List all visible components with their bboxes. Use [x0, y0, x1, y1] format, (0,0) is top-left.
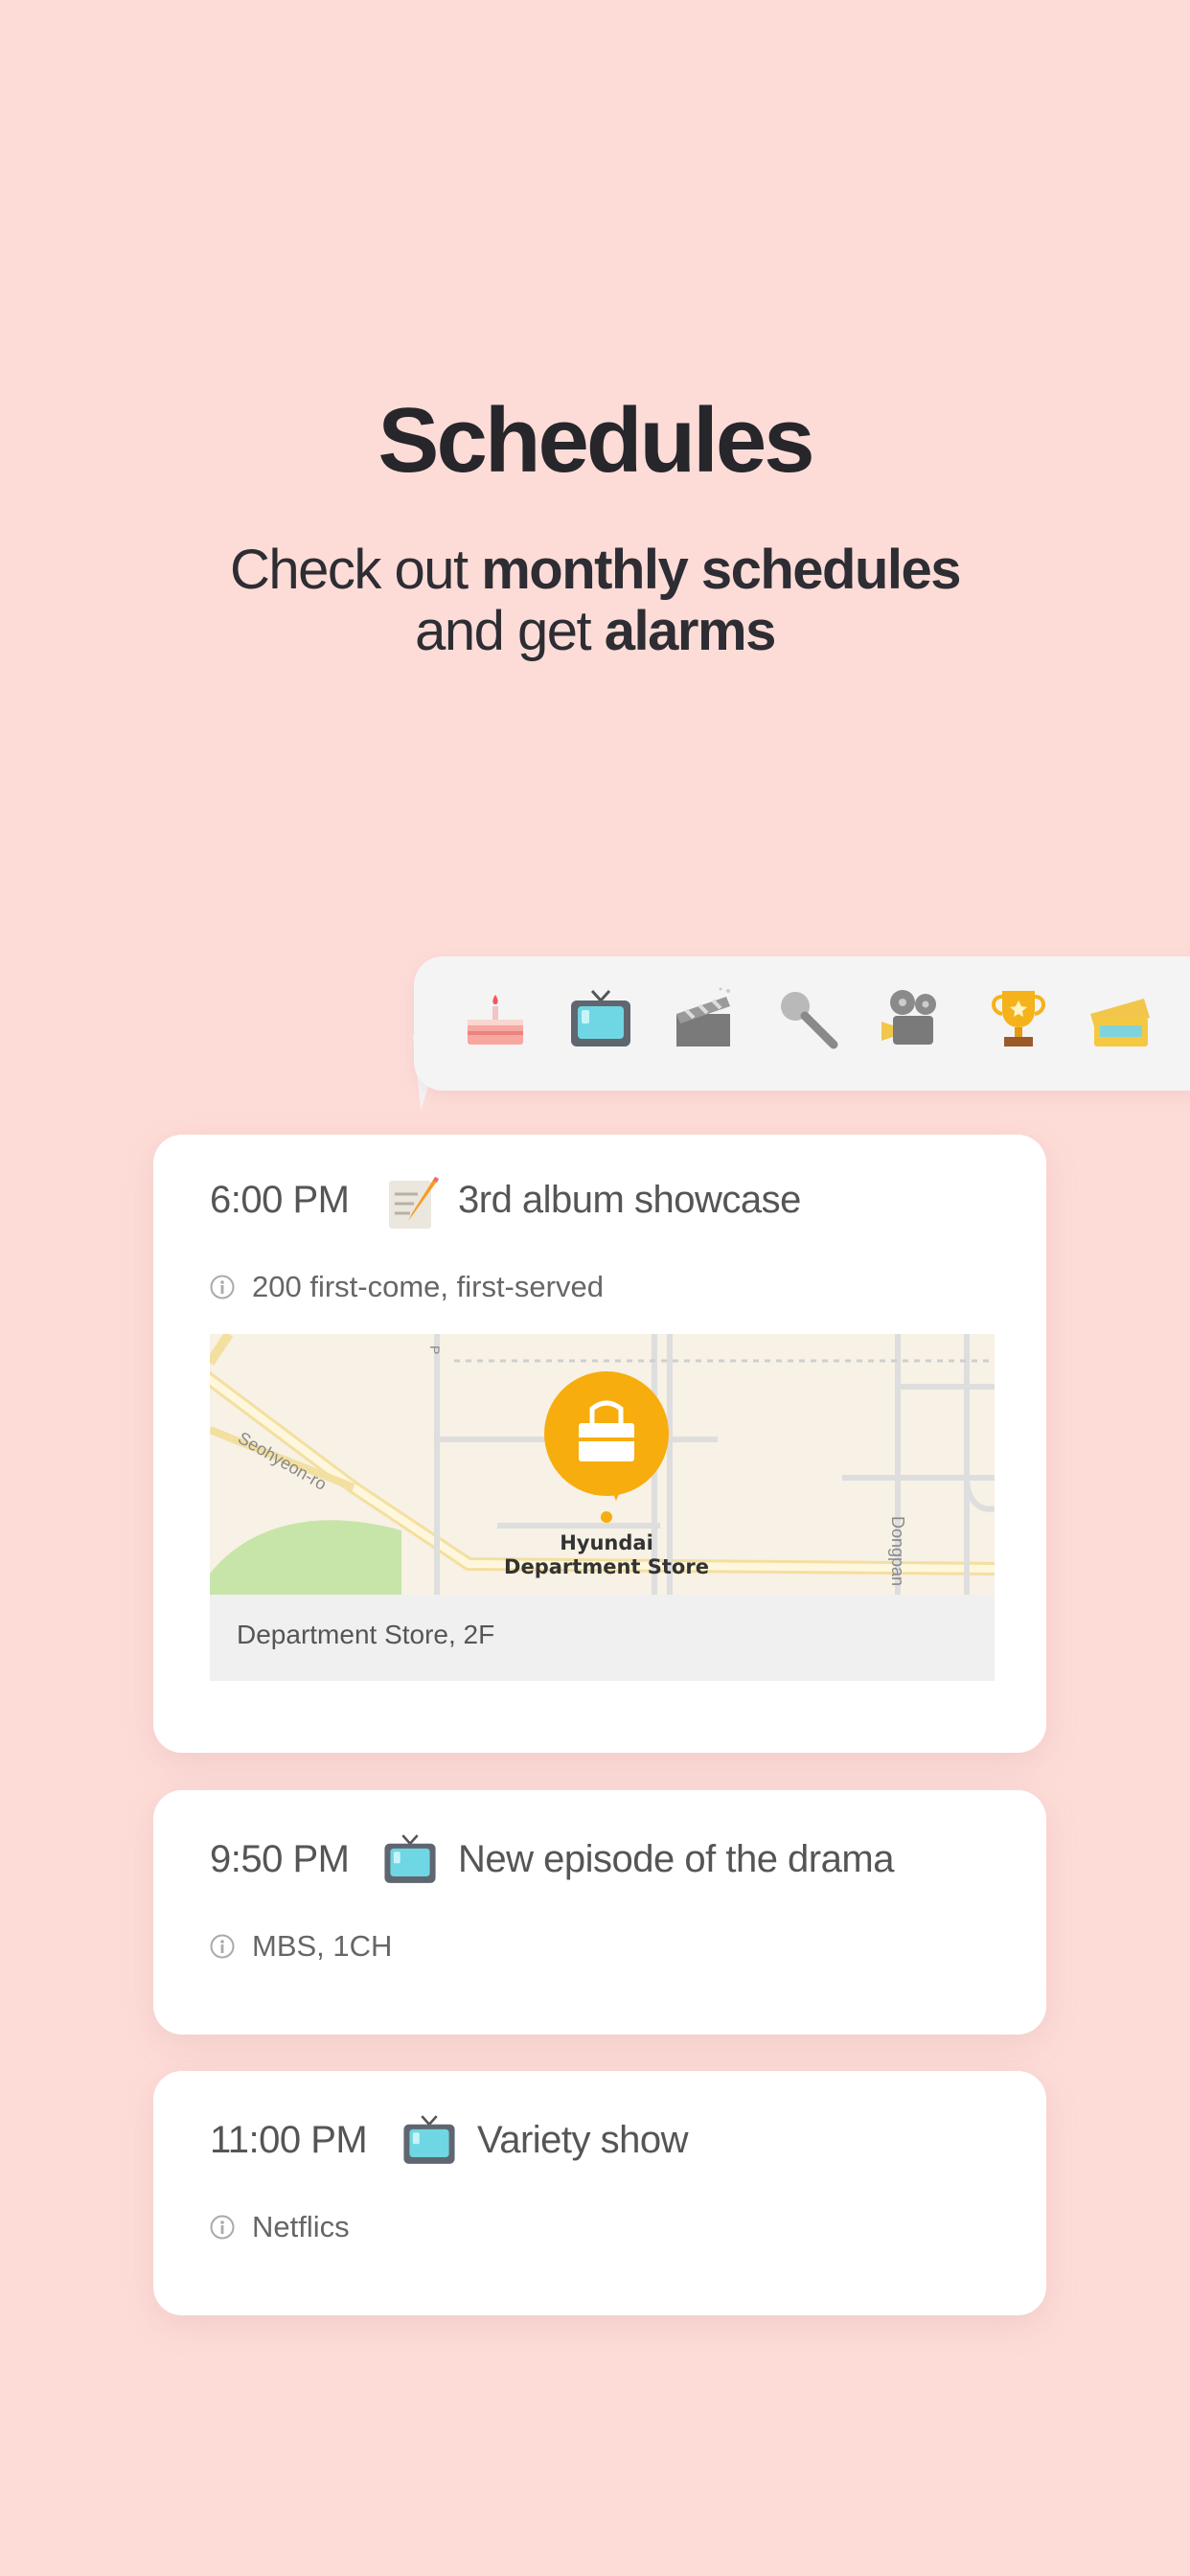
clapperboard-icon[interactable] — [671, 985, 738, 1052]
event-card-showcase[interactable]: 6:00 PM 3rd album showcase 200 first-com… — [153, 1135, 1046, 1753]
subtitle-line-2: and get alarms — [415, 600, 776, 662]
road-label-right: Dongpan — [888, 1516, 907, 1586]
tv-icon — [384, 1834, 436, 1883]
info-icon — [210, 1275, 235, 1300]
subtitle-line-1: Check out monthly schedules — [229, 539, 962, 601]
event-title: New episode of the drama — [458, 1838, 894, 1880]
map-place-name-2: Department Store — [504, 1555, 709, 1578]
trophy-icon[interactable] — [985, 985, 1052, 1052]
info-icon — [210, 2215, 235, 2240]
map-graphic: Seohyeon-ro Dongpan P Hyundai Department… — [210, 1334, 995, 1595]
event-info: Netflics — [252, 2210, 350, 2243]
event-card-variety[interactable]: 11:00 PM Variety show Netflics — [153, 2071, 1046, 2315]
tv-icon[interactable] — [567, 985, 634, 1052]
event-info: MBS, 1CH — [252, 1929, 393, 1963]
event-title: Variety show — [477, 2119, 689, 2161]
page-title: Schedules — [378, 389, 814, 492]
map-location-detail: Department Store, 2F — [210, 1595, 995, 1681]
location-map[interactable]: Seohyeon-ro Dongpan P Hyundai Department… — [210, 1334, 995, 1595]
ticket-icon[interactable] — [1087, 985, 1154, 1052]
event-title: 3rd album showcase — [458, 1179, 801, 1221]
microphone-icon[interactable] — [774, 985, 841, 1052]
map-place-name-1: Hyundai — [560, 1531, 653, 1554]
page-subtitle: Check out monthly schedules and get alar… — [0, 540, 1190, 662]
road-label-top: P — [427, 1346, 443, 1354]
info-icon — [210, 1934, 235, 1959]
event-time: 9:50 PM — [210, 1838, 350, 1880]
location-detail-text: Department Store, 2F — [237, 1620, 495, 1649]
event-info: 200 first-come, first-served — [252, 1270, 604, 1303]
event-time: 11:00 PM — [210, 2119, 368, 2161]
tv-icon — [403, 2115, 455, 2164]
film-camera-icon[interactable] — [878, 985, 945, 1052]
cake-icon[interactable] — [462, 985, 529, 1052]
memo-icon — [389, 1177, 439, 1229]
event-card-drama[interactable]: 9:50 PM New episode of the drama MBS, 1C… — [153, 1790, 1046, 2035]
event-time: 6:00 PM — [210, 1179, 350, 1221]
